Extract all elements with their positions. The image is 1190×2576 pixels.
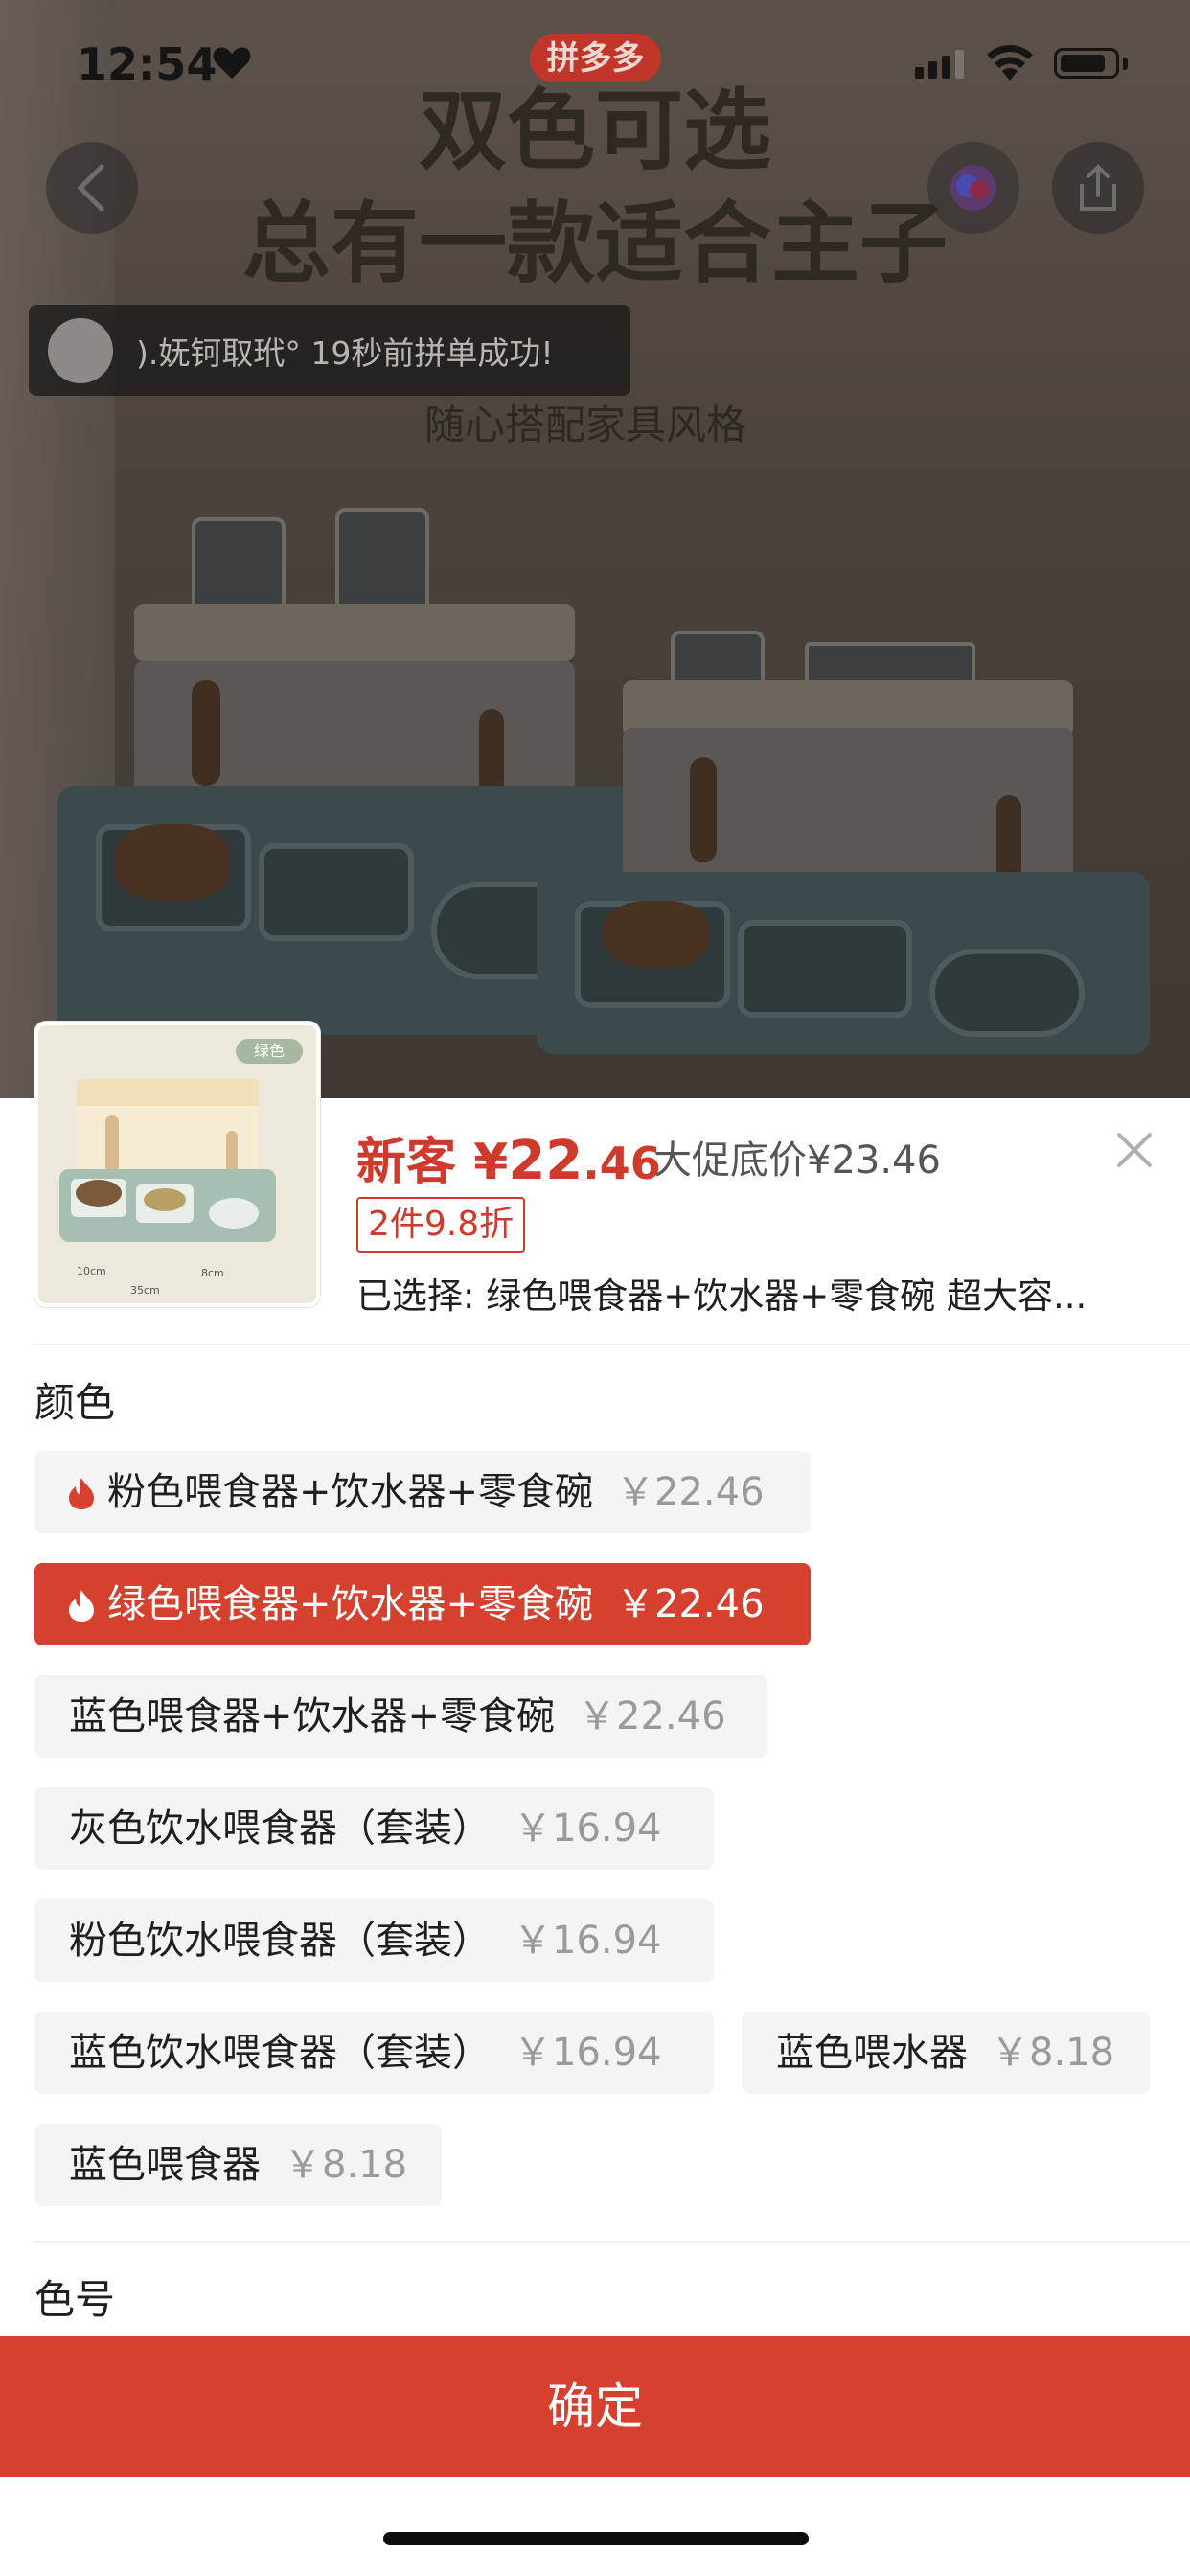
fire-icon bbox=[69, 1478, 94, 1509]
price-currency: ¥ bbox=[473, 1134, 509, 1191]
svg-text:10cm: 10cm bbox=[77, 1265, 106, 1277]
option-price: ￥22.46 bbox=[616, 1582, 765, 1626]
color-option[interactable]: 蓝色喂食器 ￥8.18 bbox=[34, 2124, 442, 2206]
feeder-right-illustration bbox=[537, 623, 1150, 1054]
back-button[interactable] bbox=[46, 142, 138, 234]
confirm-button[interactable]: 确定 bbox=[0, 2336, 1190, 2477]
divider bbox=[34, 1344, 1190, 1346]
share-button[interactable] bbox=[1052, 142, 1144, 234]
option-price: ￥16.94 bbox=[514, 1806, 662, 1851]
price-prefix: 新客 bbox=[356, 1134, 457, 1191]
product-thumbnail[interactable]: 绿色 10cm 35cm 8cm bbox=[34, 1022, 320, 1307]
discount-badge: 2件9.8折 bbox=[356, 1197, 526, 1253]
option-name: 蓝色喂食器+饮水器+零食碗 bbox=[69, 1694, 556, 1738]
new-customer-price: 新客 ¥22.46 bbox=[356, 1121, 661, 1193]
color-option[interactable]: 蓝色喂水器 ￥8.18 bbox=[742, 2012, 1150, 2094]
option-name: 绿色喂食器+饮水器+零食碗 bbox=[107, 1582, 594, 1626]
close-icon[interactable] bbox=[1111, 1127, 1157, 1173]
color-option[interactable]: 蓝色喂食器+饮水器+零食碗 ￥22.46 bbox=[34, 1675, 767, 1758]
battery-tip bbox=[1123, 58, 1128, 70]
assistant-icon bbox=[950, 165, 996, 211]
option-name: 粉色喂食器+饮水器+零食碗 bbox=[107, 1470, 594, 1514]
color-option[interactable]: 粉色喂食器+饮水器+零食碗 ￥22.46 bbox=[34, 1451, 811, 1533]
selected-sku-summary: 已选择: 绿色喂食器+饮水器+零食碗 超大容... bbox=[356, 1276, 1087, 1317]
svg-text:35cm: 35cm bbox=[130, 1284, 160, 1297]
option-price: ￥8.18 bbox=[284, 2143, 408, 2187]
option-name: 蓝色喂水器 bbox=[776, 2031, 968, 2075]
color-option[interactable]: 蓝色饮水喂食器（套装） ￥16.94 bbox=[34, 2012, 714, 2094]
group-buy-toast: ).妩钶取玳° 19秒前拼单成功! bbox=[29, 305, 630, 396]
price-decimal: .46 bbox=[583, 1138, 661, 1189]
cellular-signal-icon bbox=[915, 50, 969, 79]
option-price: ￥16.94 bbox=[514, 1919, 662, 1963]
option-price: ￥8.18 bbox=[991, 2031, 1115, 2075]
divider bbox=[34, 2241, 1190, 2242]
share-icon bbox=[1080, 164, 1116, 211]
option-name: 灰色饮水喂食器（套装） bbox=[69, 1806, 491, 1851]
color-option[interactable]: 灰色饮水喂食器（套装） ￥16.94 bbox=[34, 1787, 714, 1870]
option-price: ￥22.46 bbox=[578, 1694, 726, 1738]
wifi-icon bbox=[987, 45, 1033, 80]
chevron-left-icon bbox=[77, 164, 104, 212]
toast-text: ).妩钶取玳° 19秒前拼单成功! bbox=[136, 334, 554, 372]
option-name: 粉色饮水喂食器（套装） bbox=[69, 1919, 491, 1963]
option-price: ￥16.94 bbox=[514, 2031, 662, 2075]
svg-text:8cm: 8cm bbox=[201, 1267, 224, 1279]
feeder-thumbnail-illustration: 10cm 35cm 8cm bbox=[59, 1079, 276, 1297]
color-option[interactable]: 粉色饮水喂食器（套装） ￥16.94 bbox=[34, 1899, 714, 1982]
color-option-selected[interactable]: 绿色喂食器+饮水器+零食碗 ￥22.46 bbox=[34, 1563, 811, 1645]
option-name: 蓝色饮水喂食器（套装） bbox=[69, 2031, 491, 2075]
promo-floor-price: 大促底价¥23.46 bbox=[653, 1138, 941, 1183]
color-section-label: 颜色 bbox=[34, 1379, 116, 1426]
status-time: 12:54 bbox=[77, 38, 217, 90]
heart-icon bbox=[213, 47, 251, 80]
fire-icon bbox=[69, 1590, 94, 1622]
battery-icon bbox=[1054, 48, 1119, 79]
banner-subtitle: 随心搭配家具风格 bbox=[423, 402, 746, 448]
home-indicator[interactable] bbox=[383, 2532, 809, 2545]
app-logo: 拼多多 bbox=[530, 34, 661, 82]
avatar bbox=[48, 317, 113, 383]
price-integer: 22 bbox=[508, 1130, 584, 1192]
shade-section-label: 色号 bbox=[34, 2276, 116, 2323]
option-name: 蓝色喂食器 bbox=[69, 2143, 261, 2187]
assistant-button[interactable] bbox=[927, 142, 1019, 234]
option-price: ￥22.46 bbox=[616, 1470, 765, 1514]
